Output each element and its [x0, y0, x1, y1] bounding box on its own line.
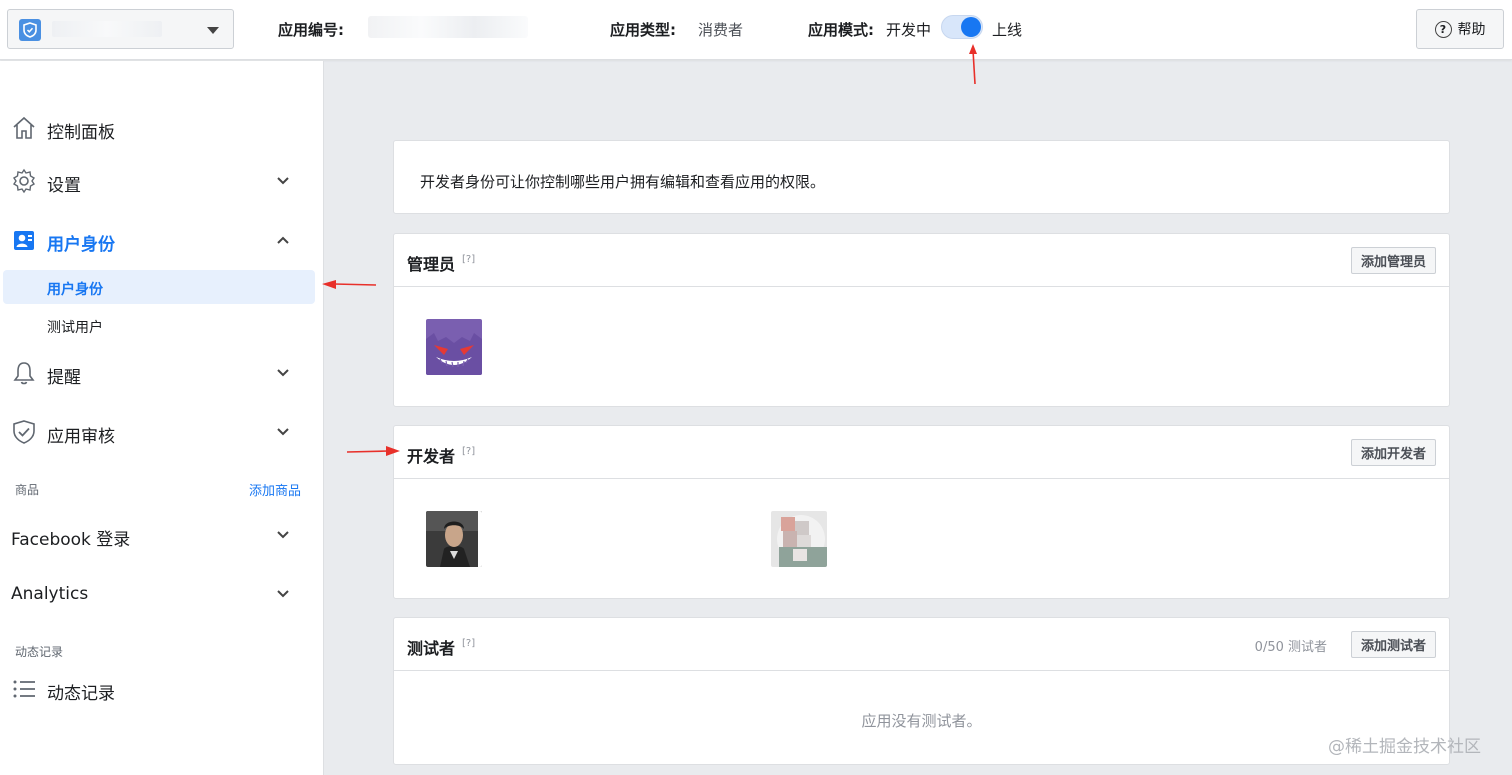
app-mode-dev-label: 开发中: [886, 21, 932, 39]
chevron-down-icon: [277, 590, 289, 598]
intro-text: 开发者身份可让你控制哪些用户拥有编辑和查看应用的权限。: [420, 173, 826, 191]
testers-title: 测试者: [407, 639, 456, 658]
app-type-label: 应用类型:: [610, 21, 676, 39]
avatar[interactable]: [426, 319, 482, 375]
testers-empty-message: 应用没有测试者。: [861, 712, 982, 730]
sidebar-item-facebook-login[interactable]: Facebook 登录: [0, 513, 324, 557]
chevron-down-icon: [277, 531, 289, 539]
bell-icon: [13, 362, 35, 385]
sidebar-item-label: 提醒: [47, 368, 81, 388]
sidebar-item-label: Facebook 登录: [11, 530, 131, 550]
sidebar: 控制面板 设置 用户身份 用户身份 测试用户 提醒 应用审核 商品 添加商品 F…: [0, 61, 324, 775]
app-selector[interactable]: [7, 9, 234, 49]
app-mode-live-label: 上线: [992, 21, 1023, 39]
sidebar-item-label: 设置: [47, 176, 81, 196]
sidebar-item-label: 控制面板: [47, 123, 115, 143]
user-badge-icon: [14, 231, 34, 250]
question-circle-icon: ?: [1434, 20, 1452, 38]
developers-help-hint[interactable]: [?]: [462, 446, 475, 457]
shield-check-icon: [13, 420, 35, 444]
sidebar-subitem-label: 测试用户: [47, 320, 103, 336]
add-developer-button[interactable]: 添加开发者: [1350, 439, 1436, 466]
sidebar-subitem-roles[interactable]: 用户身份: [3, 270, 315, 304]
sidebar-item-dashboard[interactable]: 控制面板: [0, 106, 324, 150]
help-button[interactable]: ? 帮助: [1416, 9, 1504, 49]
sidebar-item-label: Analytics: [11, 584, 89, 604]
testers-count: 0/50 测试者: [1254, 640, 1327, 655]
testers-panel-header: 测试者 [?] 0/50 测试者 添加测试者: [394, 618, 1449, 671]
app-id-redacted: [368, 16, 528, 38]
annotation-arrow-up: [969, 44, 977, 85]
add-tester-button[interactable]: 添加测试者: [1350, 631, 1436, 658]
developers-panel: 开发者 [?] 添加开发者: [393, 425, 1450, 599]
annotation-arrow-right: [346, 446, 400, 456]
add-admin-button[interactable]: 添加管理员: [1350, 247, 1436, 274]
products-section-header: 商品: [15, 483, 40, 497]
intro-panel: 开发者身份可让你控制哪些用户拥有编辑和查看应用的权限。: [393, 140, 1450, 214]
help-label: 帮助: [1457, 22, 1486, 38]
toggle-knob: [961, 17, 981, 37]
sidebar-item-analytics[interactable]: Analytics: [0, 572, 324, 616]
chevron-down-icon: [277, 369, 289, 377]
testers-panel: 测试者 [?] 0/50 测试者 添加测试者 应用没有测试者。: [393, 617, 1450, 765]
admins-panel: 管理员 [?] 添加管理员: [393, 233, 1450, 407]
caret-down-icon: [207, 27, 219, 34]
testers-help-hint[interactable]: [?]: [462, 638, 475, 649]
sidebar-item-label: 应用审核: [47, 427, 115, 447]
home-icon: [13, 116, 35, 139]
annotation-arrow-left: [322, 280, 377, 289]
sidebar-subitem-label: 用户身份: [47, 282, 103, 298]
app-id-label: 应用编号:: [278, 21, 344, 39]
avatar[interactable]: [426, 511, 482, 567]
sidebar-item-roles[interactable]: 用户身份: [0, 218, 324, 262]
sidebar-item-settings[interactable]: 设置: [0, 159, 324, 203]
sidebar-item-alerts[interactable]: 提醒: [0, 351, 324, 395]
developers-panel-header: 开发者 [?] 添加开发者: [394, 426, 1449, 479]
admins-help-hint[interactable]: [?]: [462, 254, 475, 265]
sidebar-item-app-review[interactable]: 应用审核: [0, 410, 324, 454]
avatar[interactable]: [771, 511, 827, 567]
chevron-up-icon: [277, 236, 289, 244]
sidebar-item-label: 动态记录: [47, 684, 115, 704]
sidebar-subitem-test-users[interactable]: 测试用户: [3, 308, 315, 342]
activity-section-header: 动态记录: [15, 645, 64, 659]
top-bar: 应用编号: 应用类型: 消费者 应用模式: 开发中 上线 ? 帮助: [0, 0, 1512, 60]
app-type-value: 消费者: [698, 21, 744, 39]
chevron-down-icon: [277, 177, 289, 185]
app-mode-toggle[interactable]: [941, 15, 983, 39]
watermark: @稀土掘金技术社区: [1328, 737, 1481, 757]
app-name-redacted: [52, 21, 162, 37]
sidebar-item-label: 用户身份: [47, 235, 115, 255]
developers-title: 开发者: [407, 447, 456, 466]
admins-panel-header: 管理员 [?] 添加管理员: [394, 234, 1449, 287]
app-shield-icon: [19, 19, 41, 41]
app-mode-label: 应用模式:: [808, 21, 874, 39]
sidebar-item-activity-log[interactable]: 动态记录: [0, 667, 324, 711]
chevron-down-icon: [277, 428, 289, 436]
admins-title: 管理员: [407, 255, 456, 274]
add-product-link[interactable]: 添加商品: [249, 480, 301, 499]
list-icon: [13, 680, 35, 698]
gear-icon: [13, 168, 35, 194]
